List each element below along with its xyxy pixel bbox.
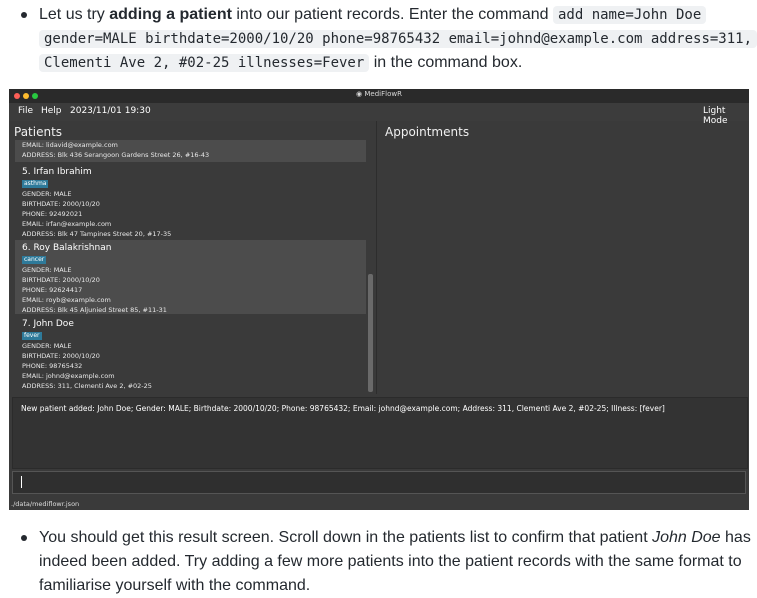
command-code-3: Clementi Ave 2, #02-25 illnesses=Fever (39, 54, 370, 72)
intro-bold: adding a patient (109, 6, 232, 23)
patient-birthdate: BIRTHDATE: 2000/10/20 (22, 200, 100, 208)
text-caret (21, 476, 22, 488)
patient-address: ADDRESS: Blk 45 Aljunied Street 85, #11-… (22, 306, 167, 314)
patient-email: EMAIL: johnd@example.com (22, 372, 115, 380)
command-input[interactable] (12, 471, 746, 494)
patient-gender: GENDER: MALE (22, 342, 72, 350)
command-code-2: gender=MALE birthdate=2000/10/20 phone=9… (39, 30, 757, 48)
patient-address: ADDRESS: 311, Clementi Ave 2, #02-25 (22, 382, 152, 390)
title-bar: ◉ MediFlowR (9, 89, 749, 103)
app-window: ◉ MediFlowR File Help 2023/11/01 19:30 L… (9, 89, 749, 510)
patient-birthdate: BIRTHDATE: 2000/10/20 (22, 352, 100, 360)
command-code-1: add name=John Doe (552, 6, 707, 24)
patient-email: EMAIL: royb@example.com (22, 296, 111, 304)
patient-email: EMAIL: lidavid@example.com (22, 141, 118, 149)
pane-divider (376, 121, 377, 394)
outro-line1-suffix: has (720, 529, 751, 546)
patient-list-scrollbar[interactable] (368, 274, 373, 392)
result-display: New patient added: John Doe; Gender: MAL… (12, 397, 748, 469)
light-mode-toggle[interactable]: Light Mode (703, 106, 749, 126)
menu-bar: File Help 2023/11/01 19:30 Light Mode (9, 103, 749, 126)
menu-file[interactable]: File (18, 106, 33, 116)
patients-title: Patients (14, 125, 63, 139)
status-bar: ./data/mediflowr.json (9, 498, 749, 510)
intro-paragraph: Let us try adding a patient into our pat… (39, 3, 757, 75)
patient-card-partial[interactable]: EMAIL: lidavid@example.com ADDRESS: Blk … (15, 140, 366, 162)
outro-line2: indeed been added. Try adding a few more… (39, 553, 742, 570)
patient-gender: GENDER: MALE (22, 190, 72, 198)
illness-tag: asthma (22, 180, 49, 188)
patient-address: ADDRESS: Blk 436 Serangoon Gardens Stree… (22, 151, 210, 159)
patient-email: EMAIL: irfan@example.com (22, 220, 112, 228)
menu-help[interactable]: Help (41, 106, 62, 116)
patient-card[interactable]: 5. Irfan Ibrahim asthma GENDER: MALE BIR… (15, 164, 366, 238)
window-title: ◉ MediFlowR (356, 90, 402, 98)
patient-card[interactable]: 7. John Doe fever GENDER: MALE BIRTHDATE… (15, 316, 366, 390)
outro-line3: familiarise yourself with the command. (39, 577, 311, 594)
patient-address: ADDRESS: Blk 47 Tampines Street 20, #17-… (22, 230, 172, 238)
illness-tag: fever (22, 332, 42, 340)
outro-line1-prefix: You should get this result screen. Scrol… (39, 529, 653, 546)
patient-name: 7. John Doe (22, 319, 74, 329)
intro-prefix: Let us try (39, 6, 110, 23)
patient-name: 6. Roy Balakrishnan (22, 243, 112, 253)
data-file-path: ./data/mediflowr.json (11, 500, 80, 508)
patient-list[interactable]: EMAIL: lidavid@example.com ADDRESS: Blk … (15, 140, 366, 390)
patient-phone: PHONE: 98765432 (22, 362, 83, 370)
intro-middle: into our patient records. Enter the comm… (231, 6, 553, 23)
patient-name: 5. Irfan Ibrahim (22, 167, 92, 177)
patient-birthdate: BIRTHDATE: 2000/10/20 (22, 276, 100, 284)
outro-paragraph: You should get this result screen. Scrol… (39, 526, 751, 598)
appointments-title: Appointments (385, 125, 470, 139)
patient-phone: PHONE: 92624417 (22, 286, 83, 294)
result-message: New patient added: John Doe; Gender: MAL… (21, 404, 665, 413)
patient-card[interactable]: 6. Roy Balakrishnan cancer GENDER: MALE … (15, 240, 366, 314)
illness-tag: cancer (22, 256, 47, 264)
patient-phone: PHONE: 92492021 (22, 210, 83, 218)
bullet-marker (21, 12, 27, 18)
clock-display: 2023/11/01 19:30 (70, 106, 151, 116)
outro-patient-name: John Doe (652, 529, 721, 546)
intro-suffix: in the command box. (369, 54, 523, 71)
patient-gender: GENDER: MALE (22, 266, 72, 274)
bullet-marker (21, 535, 27, 541)
